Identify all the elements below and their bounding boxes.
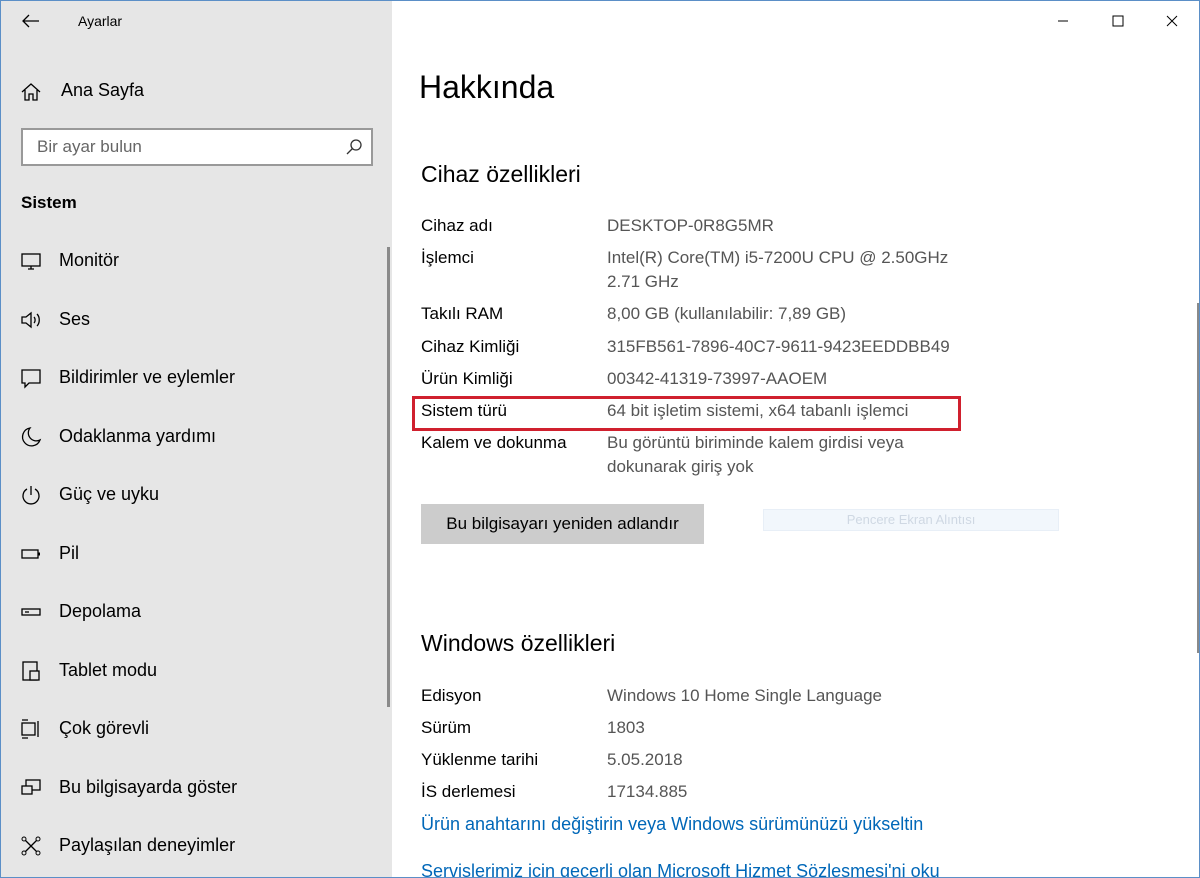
spec-label: Kalem ve dokunma — [421, 433, 567, 452]
spec-label: Sistem türü — [421, 401, 507, 420]
spec-value[interactable]: 64 bit işletim sistemi, x64 tabanlı işle… — [607, 399, 987, 423]
sidebar-item-power-sleep[interactable]: Güç ve uyku — [1, 471, 387, 519]
close-icon — [1166, 15, 1178, 27]
spec-value[interactable]: 315FB561-7896-40C7-9611-9423EEDDBB49 — [607, 335, 987, 359]
spec-value[interactable]: Intel(R) Core(TM) i5-7200U CPU @ 2.50GHz… — [607, 246, 962, 294]
sidebar-scrollbar[interactable] — [387, 247, 390, 707]
search-icon[interactable] — [345, 138, 363, 156]
spec-label: Sürüm — [421, 718, 472, 737]
sidebar-item-battery[interactable]: Pil — [1, 530, 387, 578]
storage-icon — [21, 608, 41, 616]
back-button[interactable] — [15, 7, 47, 35]
device-specs-title: Cihaz özellikleri — [421, 161, 581, 187]
spec-value[interactable]: 1803 — [607, 716, 987, 740]
tablet-icon — [22, 661, 40, 681]
shared-icon — [21, 836, 41, 856]
spec-value[interactable]: Windows 10 Home Single Language — [607, 684, 987, 708]
sidebar-item-label: Odaklanma yardımı — [59, 426, 217, 446]
sidebar-item-label: Ses — [59, 309, 91, 329]
spec-label: Edisyon — [421, 686, 482, 705]
spec-value[interactable]: 00342-41319-73997-AAOEM — [607, 367, 987, 391]
sidebar-item-label: Ana Sayfa — [61, 80, 145, 100]
sidebar-item-tablet-mode[interactable]: Tablet modu — [1, 647, 387, 695]
sidebar-item-notifications[interactable]: Bildirimler ve eylemler — [1, 354, 387, 402]
notification-icon — [21, 369, 41, 389]
sidebar-item-label: Çok görevli — [59, 718, 150, 738]
sidebar-item-label: Pil — [59, 543, 80, 563]
snip-overlay-label: Pencere Ekran Alıntısı — [763, 509, 1059, 531]
monitor-icon — [21, 253, 41, 270]
sidebar-item-shared-experiences[interactable]: Paylaşılan deneyimler — [1, 822, 387, 870]
maximize-icon — [1112, 15, 1124, 27]
moon-icon — [21, 427, 42, 447]
sidebar-item-label: Paylaşılan deneyimler — [59, 835, 236, 855]
search-input[interactable] — [23, 130, 333, 164]
spec-label: İşlemci — [421, 248, 474, 267]
app-title: Ayarlar — [78, 13, 123, 29]
sidebar-item-label: Güç ve uyku — [59, 484, 160, 504]
spec-value[interactable]: Bu görüntü biriminde kalem girdisi veya … — [607, 431, 947, 479]
sidebar: Ayarlar Ana Sayfa Sistem Monitör Ses Bil… — [1, 1, 392, 877]
sidebar-item-label: Depolama — [59, 601, 142, 621]
main-content: Hakkında Cihaz özellikleri Cihaz adı DES… — [392, 1, 1199, 877]
section-title: Sistem — [21, 193, 77, 212]
sidebar-item-multitasking[interactable]: Çok görevli — [1, 705, 387, 753]
power-icon — [22, 486, 40, 505]
home-icon — [21, 83, 41, 101]
service-agreement-link[interactable]: Servislerimiz için geçerli olan Microsof… — [421, 861, 940, 877]
sidebar-item-home[interactable]: Ana Sayfa — [1, 71, 392, 111]
spec-value[interactable]: 5.05.2018 — [607, 748, 987, 772]
page-title: Hakkında — [419, 69, 555, 105]
sidebar-item-storage[interactable]: Depolama — [1, 588, 387, 636]
spec-label: Yüklenme tarihi — [421, 750, 539, 769]
spec-label: Cihaz Kimliği — [421, 337, 520, 356]
sidebar-item-label: Monitör — [59, 250, 120, 270]
rename-pc-button[interactable]: Bu bilgisayarı yeniden adlandır — [421, 504, 704, 544]
spec-label: Takılı RAM — [421, 304, 504, 323]
sidebar-item-sound[interactable]: Ses — [1, 296, 387, 344]
maximize-button[interactable] — [1095, 5, 1141, 37]
sidebar-item-focus-assist[interactable]: Odaklanma yardımı — [1, 413, 387, 461]
change-product-key-link[interactable]: Ürün anahtarını değiştirin veya Windows … — [421, 814, 923, 835]
minimize-icon — [1058, 20, 1068, 22]
spec-value[interactable]: 8,00 GB (kullanılabilir: 7,89 GB) — [607, 302, 987, 326]
back-arrow-icon — [22, 14, 39, 28]
sidebar-item-label: Bu bilgisayarda göster — [59, 777, 238, 797]
minimize-button[interactable] — [1040, 5, 1086, 37]
speaker-icon — [21, 311, 40, 329]
sidebar-item-monitor[interactable]: Monitör — [1, 237, 387, 285]
spec-label: İS derlemesi — [421, 782, 516, 801]
spec-label: Cihaz adı — [421, 216, 493, 235]
close-button[interactable] — [1149, 5, 1195, 37]
search-field[interactable] — [21, 128, 373, 166]
sidebar-item-project[interactable]: Bu bilgisayarda göster — [1, 764, 387, 812]
settings-window: Ayarlar Ana Sayfa Sistem Monitör Ses Bil… — [0, 0, 1200, 878]
spec-label: Ürün Kimliği — [421, 369, 513, 388]
spec-value[interactable]: 17134.885 — [607, 780, 987, 804]
sidebar-item-label: Bildirimler ve eylemler — [59, 367, 236, 387]
sidebar-item-label: Tablet modu — [59, 660, 158, 680]
multitask-icon — [21, 719, 39, 739]
battery-icon — [21, 549, 40, 559]
windows-specs-title: Windows özellikleri — [421, 630, 616, 656]
project-icon — [21, 779, 41, 795]
spec-value[interactable]: DESKTOP-0R8G5MR — [607, 214, 987, 238]
